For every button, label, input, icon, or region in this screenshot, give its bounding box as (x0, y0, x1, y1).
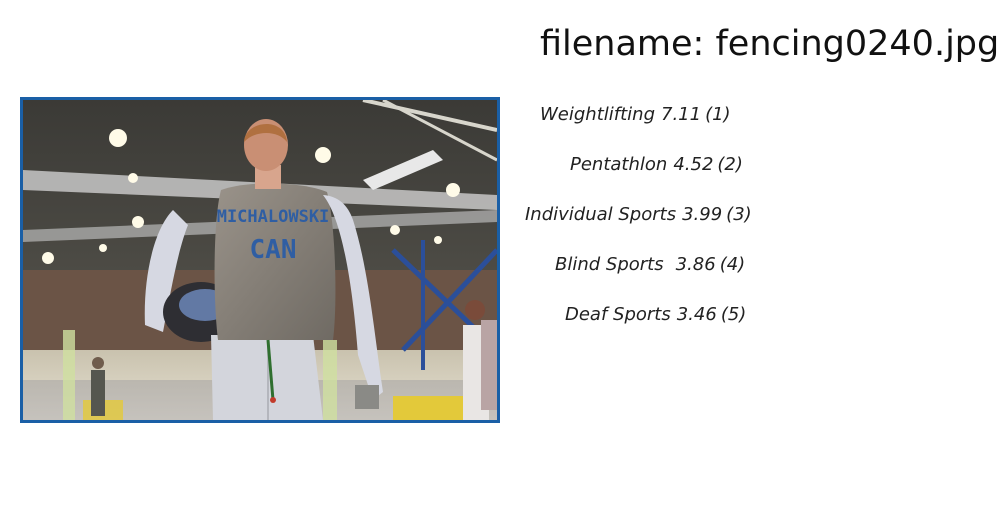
prediction-score: 7.11 (661, 104, 702, 125)
filename-title: filename: fencing0240.jpg (540, 24, 1000, 64)
prediction-rank: (2) (717, 154, 743, 175)
prediction-row: Blind Sports 3.86 (4) (540, 252, 800, 302)
prediction-label: Weightlifting (540, 104, 655, 125)
prediction-row: Weightlifting 7.11 (1) (540, 102, 800, 152)
prediction-label: Blind Sports (555, 254, 664, 275)
prediction-label: Deaf Sports (565, 304, 671, 325)
page: filename: fencing0240.jpg MICHALOWSKI CA… (0, 0, 1000, 520)
prediction-score: 3.86 (675, 254, 716, 275)
fencer-illustration: MICHALOWSKI CAN (23, 100, 497, 420)
prediction-row: Individual Sports 3.99 (3) (525, 202, 800, 252)
vest-country-text: CAN (250, 235, 297, 265)
prediction-label: Individual Sports (525, 204, 677, 225)
prediction-rank: (5) (720, 304, 747, 325)
prediction-score: 4.52 (673, 154, 714, 175)
prediction-score: 3.46 (676, 304, 717, 325)
prediction-row: Deaf Sports 3.46 (5) (540, 302, 800, 352)
vest-name-text: MICHALOWSKI (217, 207, 330, 227)
prediction-rank: (4) (719, 254, 746, 275)
prediction-list: Weightlifting 7.11 (1) Pentathlon 4.52 (2) I… (525, 102, 800, 352)
prediction-rank: (3) (726, 204, 752, 225)
fencing-photo: MICHALOWSKI CAN (20, 97, 500, 423)
prediction-score: 3.99 (682, 204, 723, 225)
prediction-row: Pentathlon 4.52 (2) (540, 152, 800, 202)
prediction-label: Pentathlon (570, 154, 668, 175)
prediction-rank: (1) (705, 104, 731, 125)
